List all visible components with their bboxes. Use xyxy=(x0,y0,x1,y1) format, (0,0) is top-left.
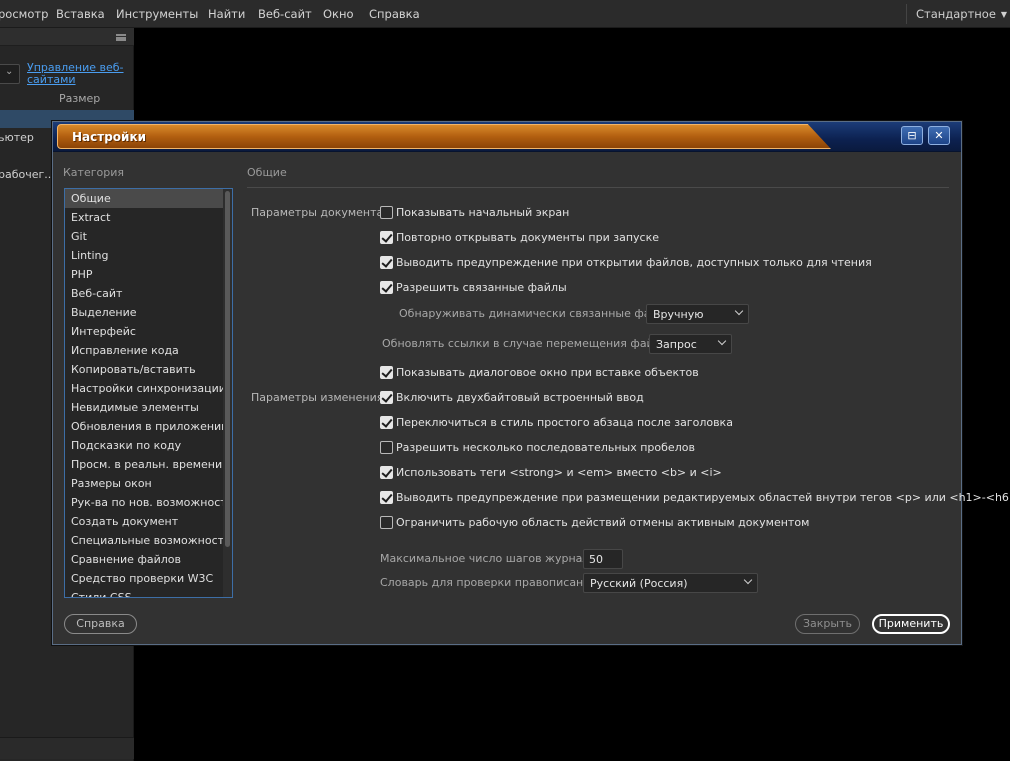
select-value: Вручную xyxy=(653,308,704,321)
history-steps-label: Максимальное число шагов журнала: xyxy=(380,552,600,565)
category-heading: Категория xyxy=(63,166,124,179)
chevron-down-icon: ▼ xyxy=(1000,10,1008,19)
category-item[interactable]: Невидимые элементы xyxy=(65,398,223,417)
option-label: Выводить предупреждение при открытии фай… xyxy=(396,256,872,269)
menu-tools[interactable]: Инструменты xyxy=(116,7,198,21)
workspace-label: Стандартное xyxy=(916,7,996,21)
dialog-titlebar[interactable]: Настройки ⊟ ✕ xyxy=(53,122,961,152)
title-tab: Настройки xyxy=(57,124,831,149)
category-item[interactable]: Просм. в реальн. времени xyxy=(65,455,223,474)
option-label: Использовать теги <strong> и <em> вместо… xyxy=(396,466,722,479)
spelling-dictionary-label: Словарь для проверки правописания: xyxy=(380,576,601,589)
chevron-down-icon: ⌄ xyxy=(5,66,14,77)
category-item[interactable]: Специальные возможности xyxy=(65,531,223,550)
menu-bar: росмотр Вставка Инструменты Найти Веб-са… xyxy=(0,0,1010,28)
preferences-dialog: Настройки ⊟ ✕ Категория Общие Extract Gi… xyxy=(52,121,1010,645)
checkbox[interactable] xyxy=(380,366,393,379)
menu-divider xyxy=(906,4,907,24)
checkbox[interactable] xyxy=(380,516,393,529)
category-item[interactable]: Подсказки по коду xyxy=(65,436,223,455)
option-label: Включить двухбайтовый встроенный ввод xyxy=(396,391,644,404)
checkbox[interactable] xyxy=(380,491,393,504)
category-item[interactable]: Git xyxy=(65,227,223,246)
option-label: Повторно открывать документы при запуске xyxy=(396,231,659,244)
workspace-switcher[interactable]: Стандартное ▼ xyxy=(916,7,1007,21)
select-value: Русский (Россия) xyxy=(590,577,688,590)
checkbox[interactable] xyxy=(380,231,393,244)
option-label: Ограничить рабочую область действий отме… xyxy=(396,516,810,529)
section-title: Общие xyxy=(247,166,287,179)
select-value: Запрос xyxy=(656,338,697,351)
category-item[interactable]: Копировать/вставить xyxy=(65,360,223,379)
document-options-label: Параметры документа: xyxy=(251,206,387,219)
scrollbar-thumb[interactable] xyxy=(225,191,230,547)
chevron-down-icon xyxy=(734,306,744,316)
editing-options-label: Параметры изменения: xyxy=(251,391,388,404)
category-item[interactable]: PHP xyxy=(65,265,223,284)
panel-header xyxy=(0,28,134,46)
section-divider xyxy=(247,187,949,188)
category-item[interactable]: Extract xyxy=(65,208,223,227)
category-item[interactable]: Исправление кода xyxy=(65,341,223,360)
menu-find[interactable]: Найти xyxy=(208,7,245,21)
apply-button[interactable]: Применить xyxy=(872,614,950,634)
checkbox[interactable] xyxy=(380,256,393,269)
option-label: Переключиться в стиль простого абзаца по… xyxy=(396,416,733,429)
checkbox[interactable] xyxy=(380,391,393,404)
menu-view[interactable]: росмотр xyxy=(0,7,48,21)
dynamic-files-select[interactable]: Вручную xyxy=(646,304,749,324)
checkbox[interactable] xyxy=(380,466,393,479)
category-item[interactable]: Рук-ва по нов. возможностя xyxy=(65,493,223,512)
restore-window-button[interactable]: ⊟ xyxy=(901,126,923,145)
close-button[interactable]: Закрыть xyxy=(795,614,860,634)
category-item[interactable]: Размеры окон xyxy=(65,474,223,493)
size-column-header[interactable]: Размер xyxy=(59,92,100,105)
dialog-title: Настройки xyxy=(72,130,147,144)
update-links-select[interactable]: Запрос xyxy=(649,334,732,354)
menu-site[interactable]: Веб-сайт xyxy=(258,7,312,21)
category-item[interactable]: Стили CSS xyxy=(65,588,223,597)
files-row-computer[interactable]: ьютер xyxy=(0,131,34,144)
category-item[interactable]: Интерфейс xyxy=(65,322,223,341)
category-item[interactable]: Выделение xyxy=(65,303,223,322)
chevron-down-icon xyxy=(717,336,727,346)
category-list[interactable]: Общие Extract Git Linting PHP Веб-сайт В… xyxy=(64,188,233,598)
panel-menu-icon[interactable] xyxy=(116,34,126,41)
menu-insert[interactable]: Вставка xyxy=(56,7,105,21)
checkbox[interactable] xyxy=(380,416,393,429)
spelling-dictionary-select[interactable]: Русский (Россия) xyxy=(583,573,758,593)
category-item[interactable]: Настройки синхронизации xyxy=(65,379,223,398)
checkbox[interactable] xyxy=(380,281,393,294)
files-row-desktop[interactable]: рабочег... xyxy=(0,168,55,181)
dialog-body: Категория Общие Extract Git Linting PHP … xyxy=(53,152,1010,644)
manage-sites-link[interactable]: Управление веб-сайтами xyxy=(27,62,127,86)
category-item[interactable]: Сравнение файлов xyxy=(65,550,223,569)
panel-status-bar xyxy=(0,737,134,759)
close-icon: ✕ xyxy=(934,129,944,142)
site-dropdown[interactable]: ⌄ xyxy=(0,64,20,84)
category-item[interactable]: Создать документ xyxy=(65,512,223,531)
close-window-button[interactable]: ✕ xyxy=(928,126,950,145)
category-item[interactable]: Обновления в приложении xyxy=(65,417,223,436)
option-label: Выводить предупреждение при размещении р… xyxy=(396,491,1010,504)
option-label: Показывать начальный экран xyxy=(396,206,570,219)
restore-icon: ⊟ xyxy=(907,129,917,142)
category-item[interactable]: Общие xyxy=(65,189,223,208)
history-steps-input[interactable]: 50 xyxy=(583,549,623,569)
category-item[interactable]: Веб-сайт xyxy=(65,284,223,303)
dynamic-files-label: Обнаруживать динамически связанные файлы… xyxy=(399,307,678,320)
option-label: Разрешить связанные файлы xyxy=(396,281,567,294)
option-label: Разрешить несколько последовательных про… xyxy=(396,441,695,454)
option-label: Показывать диалоговое окно при вставке о… xyxy=(396,366,699,379)
help-button[interactable]: Справка xyxy=(64,614,137,634)
category-item[interactable]: Средство проверки W3C xyxy=(65,569,223,588)
checkbox[interactable] xyxy=(380,441,393,454)
chevron-down-icon xyxy=(743,575,753,585)
update-links-label: Обновлять ссылки в случае перемещения фа… xyxy=(382,337,678,350)
menu-window[interactable]: Окно xyxy=(323,7,354,21)
category-item[interactable]: Linting xyxy=(65,246,223,265)
menu-help[interactable]: Справка xyxy=(369,7,420,21)
checkbox[interactable] xyxy=(380,206,393,219)
category-scrollbar[interactable] xyxy=(223,189,232,597)
